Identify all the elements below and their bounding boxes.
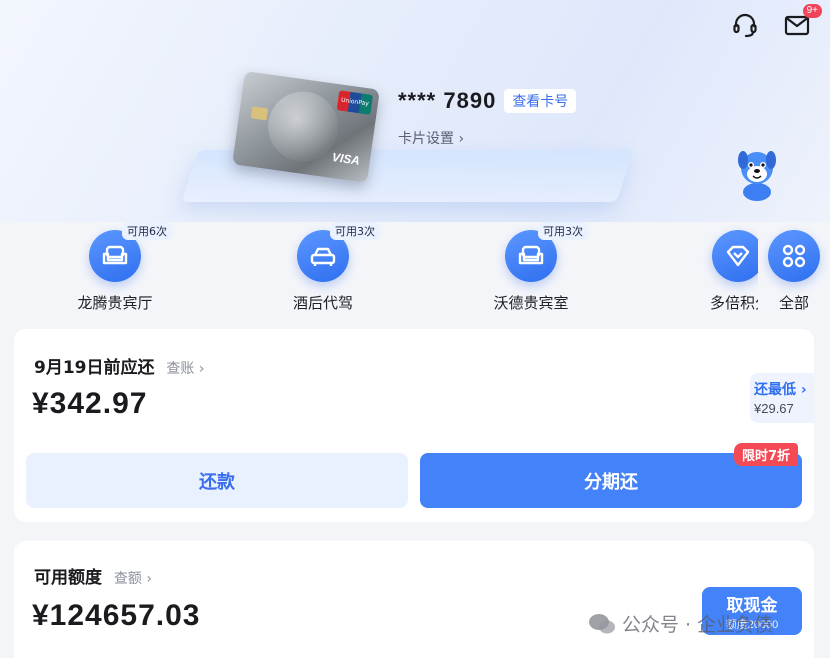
quick-actions: 可用6次 龙腾贵宾厅 可用3次 酒后代驾 可用3次 沃德贵宾室 多倍积 全部 [0,222,830,318]
promo-badge: 限时7折 [734,443,799,466]
mascot-icon[interactable] [734,146,780,202]
usage-tag: 可用6次 [122,222,172,240]
chevron-right-icon: › [800,382,807,398]
wechat-icon [589,613,615,633]
min-payment-box[interactable]: 还最低 › ¥29.67 [750,373,814,423]
card-settings-link[interactable]: 卡片设置 › [398,128,576,148]
quick-item-all[interactable]: 全部 [758,222,830,313]
message-badge: 9+ [802,4,822,18]
chevron-right-icon: › [458,131,465,147]
visa-logo: VISA [331,149,361,168]
card-settings-label: 卡片设置 [398,131,454,147]
unionpay-logo: UnionPay [336,90,374,115]
card-chip [250,106,269,121]
customer-service-icon[interactable] [730,10,760,40]
watermark-text: 公众号 · 企业负债 [622,614,774,636]
available-credit-amount: ¥124657.03 [32,599,201,632]
quick-item-lounge[interactable]: 可用6次 龙腾贵宾厅 [60,222,172,313]
card-info: **** 7890 查看卡号 卡片设置 › [398,88,577,148]
bill-panel: 9月19日前应还 查账 › ¥342.97 还最低 › ¥29.67 还款 分期… [14,329,814,522]
bill-amount: ¥342.97 [32,387,148,420]
top-icons: 9+ [730,4,822,40]
check-bill-link[interactable]: 查账 › [166,361,204,377]
quick-item-label: 沃德贵宾室 [493,294,569,312]
available-credit-label: 可用额度 [34,568,102,588]
quick-item-label: 多倍积分 [710,294,758,312]
view-card-number-button[interactable]: 查看卡号 [504,89,577,113]
quick-item-driver[interactable]: 可用3次 酒后代驾 [268,222,380,313]
credit-panel: 可用额度 查额 › ¥124657.03 取现金 额度20000 [14,541,814,658]
grid-icon [768,230,820,282]
quick-item-vip-room[interactable]: 可用3次 沃德贵宾室 [476,222,588,313]
card-header-section: 9+ UnionPay VISA **** 7890 查看卡号 卡片设置 › [0,0,830,222]
check-credit-link[interactable]: 查额 › [114,571,152,587]
diamond-icon [712,230,758,282]
message-icon[interactable]: 9+ [782,4,822,40]
quick-item-points[interactable]: 多倍积分 [682,222,758,313]
available-credit-title: 可用额度 查额 › [34,563,152,588]
min-payment-label: 还最低 [754,382,796,398]
min-payment-amount: ¥29.67 [754,401,794,416]
credit-card-image[interactable]: UnionPay VISA [232,70,380,184]
due-date-label: 9月19日前应还 [34,358,155,378]
quick-item-label: 龙腾贵宾厅 [77,294,153,312]
quick-item-label: 全部 [778,294,809,312]
usage-tag: 可用3次 [330,222,380,240]
usage-tag: 可用3次 [538,222,588,240]
repay-button[interactable]: 还款 [26,453,408,508]
due-title: 9月19日前应还 查账 › [34,353,204,378]
watermark: 公众号 · 企业负债 [588,610,773,637]
quick-item-label: 酒后代驾 [292,294,353,312]
card-number: **** 7890 [398,88,497,113]
card-globe [263,87,343,167]
